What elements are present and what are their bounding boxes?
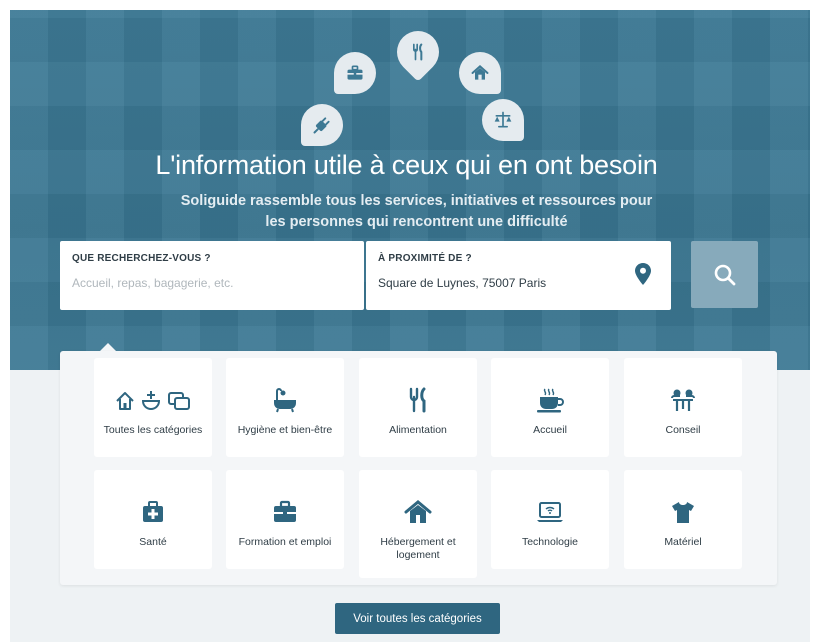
category-label: Hygiène et bien-être — [237, 424, 333, 436]
category-hygiene[interactable]: Hygiène et bien-être — [226, 358, 344, 457]
category-sante[interactable]: Santé — [94, 470, 212, 569]
category-accueil[interactable]: Accueil — [491, 358, 609, 457]
location-pin-icon[interactable] — [635, 263, 651, 285]
category-label: Technologie — [521, 536, 579, 548]
category-all[interactable]: Toutes les catégories — [94, 358, 212, 457]
hero-subtitle: Soliguide rassemble tous les services, i… — [160, 191, 673, 233]
category-formation[interactable]: Formation et emploi — [226, 470, 344, 569]
house-icon — [459, 52, 501, 94]
fork-knife-icon — [405, 386, 431, 414]
page: L'information utile à ceux qui en ont be… — [0, 0, 813, 642]
where-label: À PROXIMITÉ DE ? — [378, 253, 472, 264]
hero-subtitle-line1: Soliguide rassemble tous les services, i… — [180, 193, 653, 209]
plug-icon — [301, 104, 343, 146]
where-search-input[interactable] — [378, 276, 659, 290]
conversation-icon — [669, 386, 697, 414]
category-label: Alimentation — [389, 424, 447, 436]
scales-icon — [482, 99, 524, 141]
all-categories-button[interactable]: Voir toutes les catégories — [335, 603, 500, 634]
bathtub-icon — [272, 386, 298, 414]
category-label: Matériel — [664, 536, 702, 548]
hero-subtitle-line2: les personnes qui rencontrent une diffic… — [265, 214, 568, 230]
search-button[interactable] — [691, 241, 758, 308]
category-label: Toutes les catégories — [103, 424, 203, 436]
category-label: Conseil — [665, 424, 701, 436]
tshirt-icon — [669, 498, 697, 526]
category-hebergement[interactable]: Hébergement et logement — [359, 470, 477, 578]
category-technologie[interactable]: Technologie — [491, 470, 609, 569]
category-label: Hébergement et logement — [380, 536, 456, 561]
where-search-box[interactable]: À PROXIMITÉ DE ? — [366, 241, 671, 310]
category-alimentation[interactable]: Alimentation — [359, 358, 477, 457]
hero-title: L'information utile à ceux qui en ont be… — [155, 150, 658, 180]
category-label: Formation et emploi — [238, 536, 332, 548]
coffee-cup-icon — [535, 386, 565, 414]
category-label: Accueil — [533, 424, 567, 436]
what-search-box[interactable]: QUE RECHERCHEZ-VOUS ? — [60, 241, 364, 310]
what-label: QUE RECHERCHEZ-VOUS ? — [72, 253, 211, 264]
search-icon — [714, 264, 735, 285]
house-icon — [404, 498, 432, 526]
category-conseil[interactable]: Conseil — [624, 358, 742, 457]
laptop-wifi-icon — [535, 498, 565, 526]
briefcase-icon — [271, 498, 299, 526]
category-label: Santé — [139, 536, 167, 548]
what-search-input[interactable] — [72, 276, 352, 290]
all-categories-icon — [113, 386, 193, 414]
medical-kit-icon — [140, 498, 166, 526]
briefcase-icon — [334, 52, 376, 94]
category-materiel[interactable]: Matériel — [624, 470, 742, 569]
